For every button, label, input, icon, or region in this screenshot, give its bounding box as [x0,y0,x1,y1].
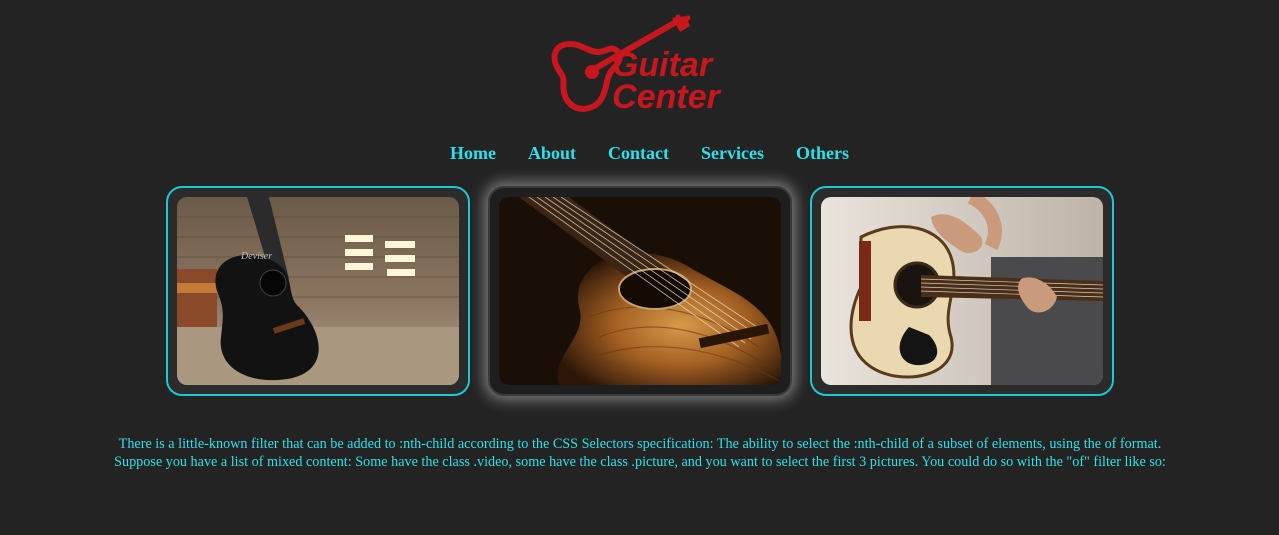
guitar-logo-icon: Guitar Center [551,14,722,116]
nav-others[interactable]: Others [796,142,849,164]
nav-contact[interactable]: Contact [608,142,669,164]
wooden-guitar-image [499,197,781,385]
gallery-card-3[interactable] [810,186,1114,396]
nav-about[interactable]: About [528,142,576,164]
description-text: There is a little-known filter that can … [114,436,1166,470]
nav-home[interactable]: Home [450,142,496,164]
nav-services[interactable]: Services [701,142,764,164]
gallery-card-2[interactable] [488,186,792,396]
logo-word-center: Center [612,78,721,114]
black-guitar-image: Deviser [177,197,459,385]
main-nav: Home About Contact Services Others [0,142,1279,164]
playing-guitar-image [821,197,1103,385]
svg-text:Deviser: Deviser [240,251,272,262]
gallery-card-1[interactable]: Deviser [166,186,470,396]
guitar-center-logo[interactable]: Guitar Center [546,14,736,116]
